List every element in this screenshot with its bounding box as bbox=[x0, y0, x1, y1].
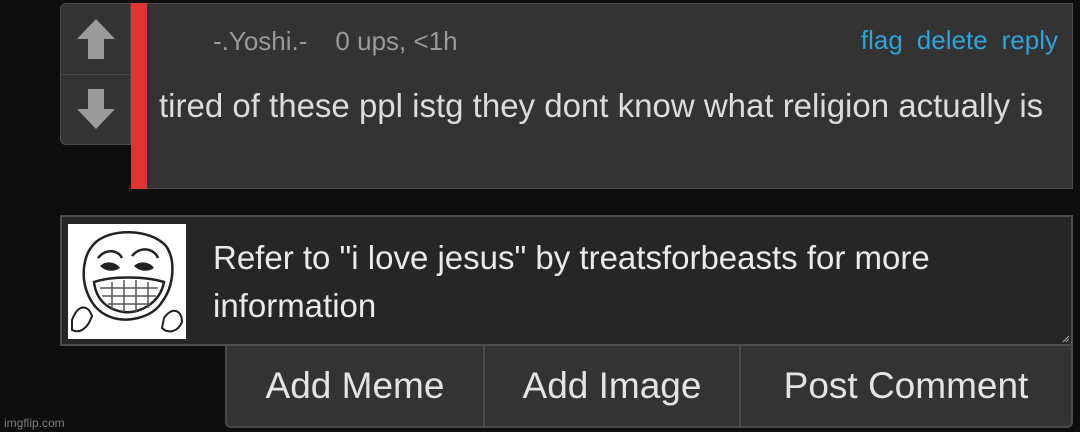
add-meme-button[interactable]: Add Meme bbox=[227, 346, 483, 426]
comment-username[interactable]: -.Yoshi.- bbox=[213, 26, 307, 56]
vote-box bbox=[60, 3, 131, 145]
flag-indicator-strip bbox=[131, 3, 147, 189]
comment-text: tired of these ppl istg they dont know w… bbox=[159, 87, 1044, 124]
comment-meta: -.Yoshi.- 0 ups, <1h bbox=[213, 26, 458, 57]
arrow-up-icon bbox=[76, 19, 115, 59]
upvote-button[interactable] bbox=[61, 4, 130, 75]
arrow-down-icon bbox=[76, 89, 115, 129]
trollface-icon bbox=[71, 231, 184, 333]
resize-handle-icon[interactable] bbox=[1062, 335, 1069, 342]
trollface-image bbox=[68, 224, 186, 339]
comment-actions: flag delete reply bbox=[847, 25, 1058, 56]
watermark: imgflip.com bbox=[4, 416, 65, 430]
add-image-button[interactable]: Add Image bbox=[483, 346, 739, 426]
reply-input-text: Refer to "i love jesus" by treatsforbeas… bbox=[213, 239, 930, 324]
reply-link[interactable]: reply bbox=[1002, 25, 1058, 55]
flag-link[interactable]: flag bbox=[861, 25, 903, 55]
delete-link[interactable]: delete bbox=[917, 25, 988, 55]
comment: -.Yoshi.- 0 ups, <1h flag delete reply tire… bbox=[147, 3, 1073, 189]
comment-toolbar: Add Meme Add Image Post Comment bbox=[225, 346, 1073, 428]
post-comment-button[interactable]: Post Comment bbox=[739, 346, 1071, 426]
reply-textarea[interactable]: Refer to "i love jesus" by treatsforbeas… bbox=[60, 215, 1073, 346]
comment-points: 0 ups, <1h bbox=[335, 26, 458, 56]
downvote-button[interactable] bbox=[61, 74, 130, 144]
